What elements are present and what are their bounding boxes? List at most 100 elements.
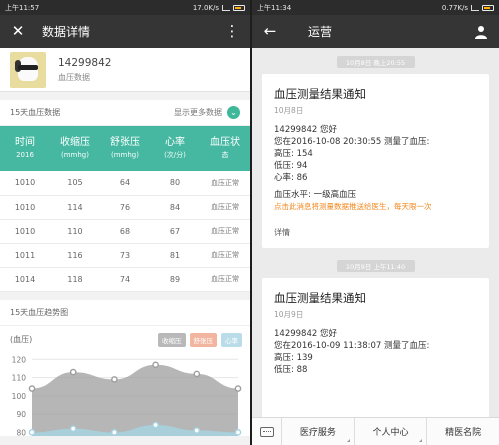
column-header-label: 血压状 [210, 137, 240, 149]
data-point[interactable] [152, 360, 159, 368]
table-cell: 1011 [0, 243, 50, 268]
table-cell: 118 [50, 267, 100, 292]
table-cell: 64 [100, 171, 150, 196]
network-speed: 17.0K/s [192, 3, 219, 12]
column-header: 时间 2016 [0, 126, 50, 171]
section-title: 15天血压数据 [10, 108, 61, 117]
menu-personal-center[interactable]: 个人中心 [355, 417, 428, 445]
show-more-button[interactable]: 显示更多数据 ⌄ [174, 106, 240, 119]
back-arrow-icon[interactable]: ← [262, 24, 278, 40]
detail-link[interactable]: 详情 [274, 225, 477, 238]
data-point[interactable] [193, 370, 201, 377]
status-time: 上午11:34 [257, 3, 292, 12]
measure-time: 您在2016-10-08 20:30:55 测量了血压: [274, 137, 430, 147]
signal-icon [222, 4, 230, 11]
trend-chart-svg: 120 110 100 90 80 [12, 355, 242, 436]
data-point[interactable] [69, 424, 77, 432]
table-cell: 血压正常 [200, 171, 250, 196]
table-cell: 血压正常 [200, 243, 250, 268]
table-cell: 89 [150, 267, 200, 292]
table-cell: 84 [150, 195, 200, 220]
y-tick-label: 110 [12, 373, 27, 382]
greeting: 14299842 您好 [274, 125, 337, 135]
table-row: 1014 118 74 89 血压正常 [0, 267, 250, 292]
data-type: 血压数据 [58, 72, 90, 82]
bp-result-message-card[interactable]: 血压测量结果通知 10月8日 14299842 您好 您在2016-10-08 … [262, 74, 489, 248]
user-id: 14299842 [58, 56, 112, 69]
bottom-menu: 医疗服务 个人中心 精医名院 [252, 417, 499, 445]
avatar [10, 51, 46, 88]
column-header-label: 时间 [15, 137, 35, 149]
message-time: 10月9日 上午11:40 [336, 260, 415, 272]
table-cell: 68 [100, 219, 150, 244]
column-header: 舒张压 (mmhg) [100, 126, 150, 171]
profile-card: 14299842 血压数据 [0, 48, 250, 92]
table-cell: 1010 [0, 195, 50, 220]
column-header-label: 舒张压 [110, 137, 140, 149]
app-bar: ✕ 数据详情 ⋮ [0, 15, 250, 48]
y-tick-label: 80 [16, 428, 26, 436]
trend-title: 15天血压趋势图 [10, 307, 69, 317]
operations-screen: 上午11:34 0.77K/s ← 运营 10月8日 晚上20:55 血压测量结… [252, 0, 499, 445]
menu-famous-hospital[interactable]: 精医名院 [427, 418, 499, 445]
signal-icon [471, 4, 479, 11]
bp-level: 血压水平: 一级高血压 [274, 190, 357, 200]
battery-icon [233, 4, 245, 11]
status-time: 上午11:57 [5, 3, 40, 12]
keyboard-toggle-button[interactable] [252, 417, 282, 445]
data-point[interactable] [193, 426, 201, 434]
data-point[interactable] [111, 428, 118, 436]
table-row: 1010 114 76 84 血压正常 [0, 195, 250, 220]
column-header-label: 收缩压 [60, 137, 90, 149]
message-date: 10月8日 [274, 106, 304, 115]
greeting: 14299842 您好 [274, 329, 337, 339]
heart-rate-value: 心率: 86 [274, 173, 308, 183]
column-header: 收缩压 (mmhg) [50, 126, 100, 171]
data-point[interactable] [234, 384, 242, 392]
user-profile-icon[interactable] [473, 24, 489, 40]
more-vert-icon[interactable]: ⋮ [224, 24, 240, 40]
data-point[interactable] [234, 428, 242, 436]
data-point[interactable] [152, 421, 159, 428]
status-bar: 上午11:57 17.0K/s [0, 0, 250, 15]
y-tick-label: 120 [12, 355, 27, 364]
table-row: 1011 116 73 81 血压正常 [0, 243, 250, 268]
column-header-unit: (mmhg) [61, 151, 89, 160]
column-header-label: 心率 [165, 137, 185, 149]
close-icon[interactable]: ✕ [10, 24, 26, 40]
table-cell: 74 [100, 267, 150, 292]
push-notice[interactable]: 点击此消息将测量数据推送给医生，每天限一次 [274, 201, 477, 213]
chevron-down-icon: ⌄ [227, 106, 240, 119]
data-point[interactable] [28, 428, 36, 436]
table-cell: 血压正常 [200, 267, 250, 292]
app-bar: ← 运营 [252, 15, 499, 48]
bp-result-message-card[interactable]: 血压测量结果通知 10月9日 14299842 您好 您在2016-10-09 … [262, 278, 489, 418]
network-speed: 0.77K/s [441, 3, 468, 12]
page-title: 运营 [308, 25, 333, 39]
table-cell: 67 [150, 219, 200, 244]
data-point[interactable] [69, 368, 77, 375]
table-cell: 81 [150, 243, 200, 268]
message-time: 10月8日 晚上20:55 [336, 56, 415, 68]
bp-data-section-header: 15天血压数据 显示更多数据 ⌄ [0, 100, 250, 126]
diastolic-value: 低压: 88 [274, 365, 308, 375]
message-title: 血压测量结果通知 [274, 87, 366, 101]
show-more-label: 显示更多数据 [174, 108, 222, 117]
table-cell: 73 [100, 243, 150, 268]
y-tick-label: 90 [16, 410, 26, 419]
systolic-value: 高压: 154 [274, 149, 313, 159]
column-header-unit: (次/分) [164, 151, 186, 160]
trend-chart: (血压) 收缩压 舒张压 心率 120 110 100 90 80 [0, 325, 250, 436]
table-row: 1010 105 64 80 血压正常 [0, 171, 250, 196]
status-bar: 上午11:34 0.77K/s [252, 0, 499, 15]
data-point[interactable] [28, 384, 36, 392]
column-header: 心率 (次/分) [150, 126, 200, 171]
table-cell: 血压正常 [200, 219, 250, 244]
table-cell: 1010 [0, 219, 50, 244]
message-title: 血压测量结果通知 [274, 291, 366, 305]
table-cell: 80 [150, 171, 200, 196]
data-detail-screen: 上午11:57 17.0K/s ✕ 数据详情 ⋮ 14299842 血压数据 1… [0, 0, 250, 445]
table-cell: 1014 [0, 267, 50, 292]
data-point[interactable] [111, 375, 118, 383]
menu-medical-service[interactable]: 医疗服务 [282, 417, 355, 445]
